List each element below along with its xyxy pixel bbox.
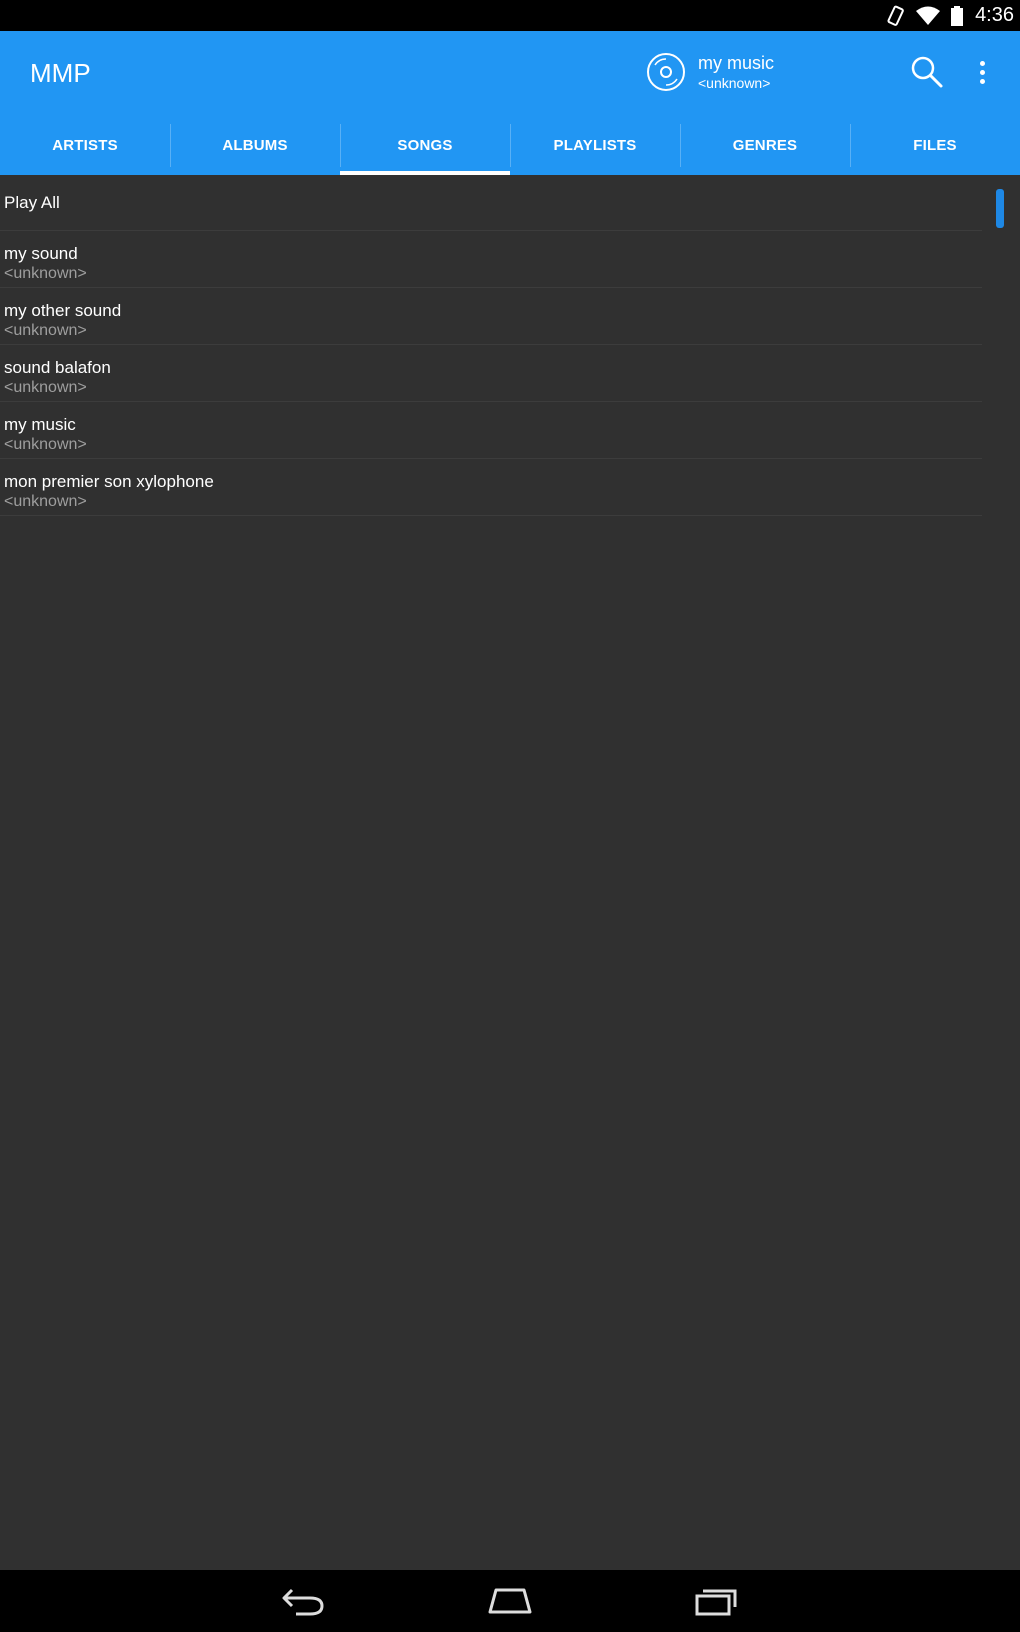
status-time: 4:36: [975, 4, 1014, 26]
song-artist: <unknown>: [4, 379, 87, 396]
song-artist: <unknown>: [4, 436, 87, 453]
list-item[interactable]: sound balafon <unknown>: [0, 345, 982, 402]
now-playing-title: my music: [698, 53, 774, 73]
back-icon[interactable]: [280, 1582, 326, 1618]
song-title: my other sound: [4, 301, 122, 320]
home-icon[interactable]: [486, 1582, 534, 1618]
status-bar: 4:36: [0, 0, 1020, 31]
song-artist: <unknown>: [4, 322, 87, 339]
recents-icon[interactable]: [694, 1582, 740, 1618]
now-playing-artist: <unknown>: [698, 75, 771, 91]
song-list: Play All my sound <unknown> my other sou…: [0, 175, 982, 516]
tab-songs[interactable]: SONGS: [340, 116, 510, 175]
song-title: mon premier son xylophone: [4, 472, 214, 491]
overflow-menu-icon[interactable]: [970, 55, 994, 89]
search-button[interactable]: [910, 55, 944, 89]
tab-genres[interactable]: GENRES: [680, 116, 850, 175]
navigation-bar: [0, 1570, 1020, 1632]
list-item[interactable]: my other sound <unknown>: [0, 288, 982, 345]
list-item[interactable]: my music <unknown>: [0, 402, 982, 459]
disc-icon: [647, 53, 685, 91]
tab-playlists[interactable]: PLAYLISTS: [510, 116, 680, 175]
song-artist: <unknown>: [4, 265, 87, 282]
tab-albums[interactable]: ALBUMS: [170, 116, 340, 175]
app-title: MMP: [30, 58, 91, 88]
now-playing[interactable]: my music <unknown>: [646, 49, 774, 95]
wifi-icon: [916, 6, 941, 25]
screen-rotation-icon: [887, 5, 904, 26]
tab-artists[interactable]: ARTISTS: [0, 116, 170, 175]
battery-icon: [951, 5, 964, 26]
song-title: my music: [4, 415, 76, 434]
tab-bar: ARTISTS ALBUMS SONGS PLAYLISTS GENRES FI…: [0, 116, 1020, 175]
list-item[interactable]: mon premier son xylophone <unknown>: [0, 459, 982, 516]
song-title: sound balafon: [4, 358, 111, 377]
song-artist: <unknown>: [4, 493, 87, 510]
tab-files[interactable]: FILES: [850, 116, 1020, 175]
song-title: my sound: [4, 244, 78, 263]
app-bar: MMP my music <unknown> ARTISTS ALBUMS SO…: [0, 31, 1020, 175]
play-all-button[interactable]: Play All: [0, 175, 982, 231]
search-icon: [911, 56, 943, 88]
scrollbar-thumb[interactable]: [996, 189, 1004, 228]
list-item[interactable]: my sound <unknown>: [0, 231, 982, 288]
